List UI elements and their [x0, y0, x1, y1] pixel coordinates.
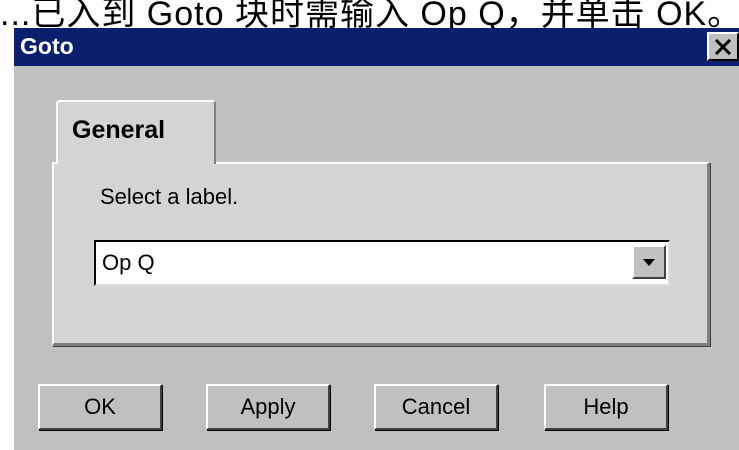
apply-button[interactable]: Apply	[206, 384, 330, 430]
label-select[interactable]: Op Q	[94, 240, 670, 286]
dropdown-arrow-button[interactable]	[632, 245, 666, 279]
title-bar[interactable]: Goto	[14, 28, 739, 66]
goto-dialog: Goto General Select a label. Op Q OK App…	[14, 28, 739, 450]
select-label-prompt: Select a label.	[100, 184, 239, 209]
tab-panel-general: Select a label. Op Q	[52, 162, 710, 346]
tab-general[interactable]: General	[56, 100, 216, 164]
label-select-value: Op Q	[102, 250, 155, 275]
tab-general-label: General	[72, 116, 166, 144]
cancel-button[interactable]: Cancel	[374, 384, 498, 430]
help-button[interactable]: Help	[544, 384, 668, 430]
chevron-down-icon	[643, 258, 655, 266]
close-button[interactable]	[707, 32, 739, 61]
close-x-icon	[714, 38, 732, 55]
ok-button[interactable]: OK	[38, 384, 162, 430]
dialog-title: Goto	[20, 33, 74, 59]
